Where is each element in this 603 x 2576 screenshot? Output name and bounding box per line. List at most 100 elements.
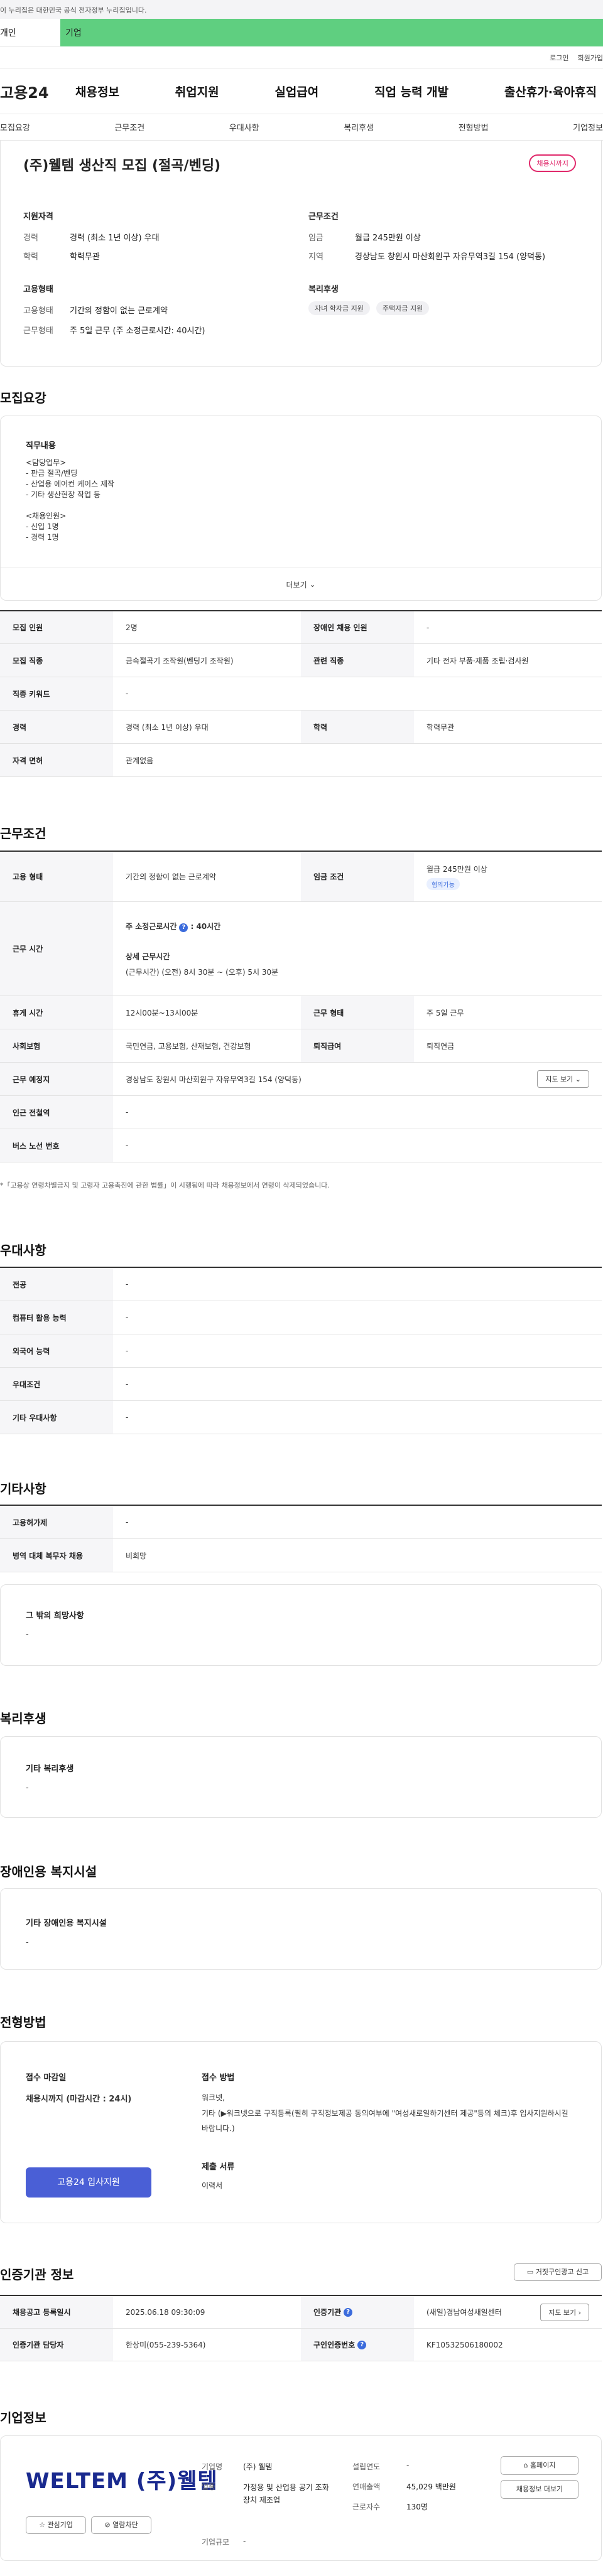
duty-text: <담당업무> - 판금 절곡/벤딩 - 산업용 에어컨 케이스 제작 - 기타 생산현… [26,458,115,542]
company-title: 기업정보 [0,2410,46,2425]
site-logo[interactable]: 고용24 [0,80,69,102]
table-row: 모집 직종 금속절곡기 조작원(벤딩기 조작원) 관련 직종 기타 전자 부품·제품… [0,644,602,677]
block-button[interactable]: ⊘ 열람차단 [91,2516,151,2534]
favorite-button[interactable]: ☆ 관심기업 [26,2516,86,2534]
global-nav: 고용24 채용정보 취업지원 실업급여 직업 능력 개발 출산휴가·육아휴직 [0,69,603,114]
table-row: 버스 노선 번호 - [0,1129,602,1162]
gnb-unemployment[interactable]: 실업급여 [268,83,325,100]
chevron-down-icon: ⌄ [309,580,316,589]
disabled-title: 장애인용 복지시설 [0,1864,97,1879]
table-row: 외국어 능력 - [0,1334,602,1368]
work-table: 고용 형태 기간의 정함이 없는 근로계약 임금 조건 월급 245만원 이상 협의… [0,851,602,1162]
work-title: 근무조건 [0,826,46,841]
more-button[interactable]: 더보기 ⌄ [1,567,601,601]
table-row: 고용허가제 - [0,1506,602,1539]
block-icon: ⊘ [104,2521,111,2529]
deadline-badge: 채용시까지 [529,154,576,172]
process-card: 접수 마감일 채용시까지 (마감시간 : 24시) 고용24 입사지원 접수 방… [0,2041,602,2223]
welfare-label: 복리후생 [308,285,339,294]
company-logo: WELTEM (주)웰템 [26,2469,218,2494]
map-button[interactable]: 지도 보기 ⌄ [537,1070,589,1088]
util-links: 로그인 회원가입 [0,46,603,69]
recruit-table: 모집 인원 2명 장애인 채용 인원 - 모집 직종 금속절곡기 조작원(벤딩기 조작… [0,610,602,777]
company-revenue: 연매출액 45,029 백만원 [352,2482,456,2491]
disabled-card: 기타 장애인용 복지시설 - [0,1888,602,1970]
table-row: 직종 키워드 - [0,677,602,711]
welfare-chips: 자녀 학자금 지원 주택자금 지원 [308,301,433,315]
emp-type: 고용형태 기간의 정함이 없는 근로계약 [23,306,168,316]
process-title: 전형방법 [0,2015,46,2030]
anchor-nav: 모집요강 근무조건 우대사항 복리후생 전형방법 기업정보 [0,114,603,141]
home-icon: ⌂ [523,2461,528,2469]
agency-table: 채용공고 등록일시 2025.06.18 09:30:09 인증기관? (새일)경… [0,2295,602,2361]
info-icon[interactable]: ? [357,2340,367,2349]
table-row: 컴퓨터 활용 능력 - [0,1301,602,1334]
table-row: 고용 형태 기간의 정함이 없는 근로계약 임금 조건 월급 245만원 이상 협의… [0,852,602,902]
anchor-pref[interactable]: 우대사항 [229,121,259,133]
tab-business[interactable]: 기업 [60,19,603,46]
gnb-leave[interactable]: 출산휴가·육아휴직 [498,83,603,100]
anchor-work[interactable]: 근무조건 [114,121,144,133]
company-employees: 근로자수 130명 [352,2503,428,2511]
benefit-card: 기타 복리후생 - [0,1736,602,1818]
emp-form: 근무형태 주 5일 근무 (주 소정근로시간: 40시간) [23,326,205,336]
etc-title: 기타사항 [0,1481,46,1496]
more-jobs-button[interactable]: 채용정보 더보기 [501,2480,579,2499]
table-row: 채용공고 등록일시 2025.06.18 09:30:09 인증기관? (새일)경… [0,2296,602,2329]
gov-notice: 이 누리집은 대한민국 공식 전자정부 누리집입니다. [0,0,603,19]
welfare-chip: 주택자금 지원 [376,301,430,315]
info-icon[interactable]: ? [179,923,188,932]
age-notice: *「고용상 연령차별금지 및 고령자 고용촉진에 관한 법률」이 시행됨에 따라… [0,1181,330,1189]
duty-label: 직무내용 [26,441,56,451]
apply-button[interactable]: 고용24 입사지원 [26,2167,151,2198]
recruit-title: 모집요강 [0,390,46,405]
anchor-recruit[interactable]: 모집요강 [0,121,30,133]
anchor-benefit[interactable]: 복리후생 [344,121,374,133]
table-row: 근무 시간 주 소정근로시간?: 40시간 상세 근무시간 (근무시간) (오전… [0,902,602,996]
gnb-support[interactable]: 취업지원 [169,83,225,100]
report-button[interactable]: ▭ 거짓구인광고 신고 [514,2263,602,2281]
pref-title: 우대사항 [0,1243,46,1258]
table-row: 근무 예정지 경상남도 창원시 마산회원구 자유무역3길 154 (양덕동) 지도… [0,1063,602,1096]
emp-label: 고용형태 [23,285,53,294]
table-row: 기타 우대사항 - [0,1401,602,1434]
anchor-company[interactable]: 기업정보 [573,121,603,133]
company-founded: 설립연도 - [352,2461,410,2471]
qual-label: 지원자격 [23,212,53,222]
gnb-jobs[interactable]: 채용정보 [69,83,126,100]
table-row: 자격 면허 관계없음 [0,744,602,777]
table-row: 우대조건 - [0,1368,602,1401]
report-icon: ▭ [526,2268,534,2276]
table-row: 병역 대체 복무자 채용 비희망 [0,1539,602,1572]
company-size: 기업규모 - [202,2536,246,2546]
agency-title: 인증기관 정보 [0,2267,74,2282]
star-icon: ☆ [39,2521,45,2529]
job-summary-card: (주)웰템 생산직 모집 (절곡/벤딩) 채용시까지 지원자격 경력 경력 (최소… [0,141,602,367]
cond-label: 근무조건 [308,212,339,222]
benefit-title: 복리후생 [0,1711,46,1726]
negotiable-badge: 협의가능 [426,877,460,890]
table-row: 휴게 시간 12시00분~13시00분 근무 형태 주 5일 근무 [0,996,602,1029]
etc-table: 고용허가제 - 병역 대체 복무자 채용 비희망 [0,1505,602,1572]
qual-edu: 학력 학력무관 [23,252,100,262]
cond-wage: 임금 월급 245만원 이상 [308,233,421,243]
info-icon[interactable]: ? [344,2307,353,2317]
homepage-button[interactable]: ⌂ 홈페이지 [501,2456,579,2475]
table-row: 인근 전철역 - [0,1096,602,1129]
company-industry: 업종 가정용 및 산업용 공기 조화장치 제조업 [202,2482,329,2504]
pref-table: 전공 - 컴퓨터 활용 능력 - 외국어 능력 - 우대조건 - 기타 우대사항 - [0,1267,602,1434]
gnb-training[interactable]: 직업 능력 개발 [368,83,455,100]
wish-card: 그 밖의 희망사항 - [0,1584,602,1666]
table-row: 모집 인원 2명 장애인 채용 인원 - [0,611,602,644]
login-link[interactable]: 로그인 [550,53,568,63]
signup-link[interactable]: 회원가입 [578,53,603,63]
table-row: 인증기관 담당자 한상미(055-239-5364) 구인인증번호? KF1053… [0,2329,602,2361]
company-name: 기업명 (주) 웰템 [202,2462,273,2471]
job-title: (주)웰템 생산직 모집 (절곡/벤딩) [23,158,221,174]
company-card: WELTEM (주)웰템 ☆ 관심기업 ⊘ 열람차단 기업명 (주) 웰템 설립연… [0,2435,602,2561]
qual-career: 경력 경력 (최소 1년 이상) 우대 [23,233,160,243]
anchor-process[interactable]: 전형방법 [459,121,489,133]
tab-personal[interactable]: 개인 [0,19,60,46]
agency-map-button[interactable]: 지도 보기 › [540,2303,589,2321]
table-row: 경력 경력 (최소 1년 이상) 우대 학력 학력무관 [0,711,602,744]
